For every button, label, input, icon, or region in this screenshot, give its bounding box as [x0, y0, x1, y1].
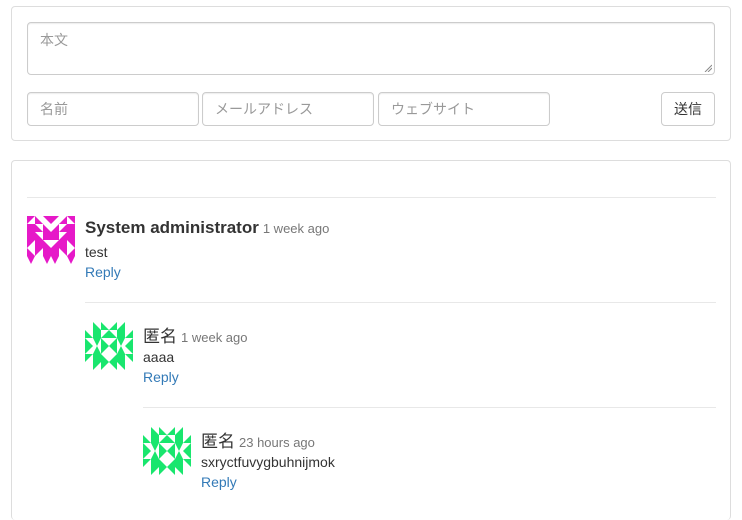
website-input[interactable] [378, 92, 550, 126]
reply-link[interactable]: Reply [201, 474, 237, 490]
submit-button[interactable]: 送信 [661, 92, 715, 126]
comment-time: 1 week ago [181, 330, 248, 345]
divider [27, 197, 716, 198]
author-name: System administrator [85, 218, 259, 237]
reply-link[interactable]: Reply [85, 264, 121, 280]
comment-text: test [85, 244, 108, 260]
comment-time: 1 week ago [262, 221, 330, 236]
email-input[interactable] [202, 92, 374, 126]
avatar-identicon-icon [143, 427, 191, 475]
comment-form-panel: 送信 [11, 6, 731, 141]
comment-time: 23 hours ago [239, 435, 315, 450]
author-name: 匿名 [201, 432, 235, 451]
name-input[interactable] [27, 92, 199, 126]
avatar-identicon-icon [85, 322, 133, 370]
comment-text: sxryctfuvygbuhnijmok [201, 454, 335, 470]
comment-author: 匿名 1 week ago [143, 322, 248, 347]
resize-grip-icon[interactable] [704, 64, 712, 72]
reply-link[interactable]: Reply [143, 369, 179, 385]
author-name: 匿名 [143, 327, 177, 346]
comment-author: System administrator 1 week ago [85, 218, 329, 238]
divider [85, 302, 716, 303]
comment-text: aaaa [143, 349, 175, 365]
avatar-identicon-icon [27, 216, 75, 264]
comment-body-textarea[interactable] [27, 22, 715, 75]
comments-panel: System administrator 1 week ago test Repl… [11, 160, 731, 520]
comment-author: 匿名 23 hours ago [201, 427, 315, 452]
divider [143, 407, 716, 408]
